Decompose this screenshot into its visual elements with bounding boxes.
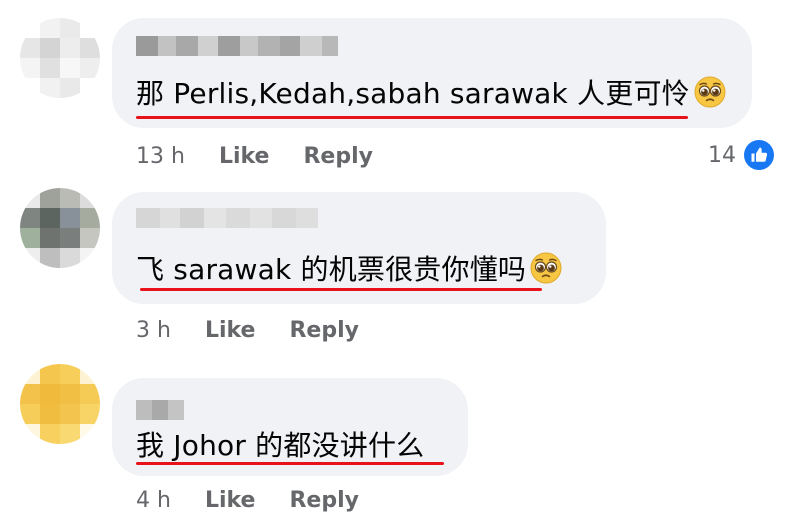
comment-text: 那 Perlis,Kedah,sabah sarawak 人更可怜 bbox=[136, 76, 726, 112]
commenter-name-blurred[interactable] bbox=[136, 400, 184, 420]
reply-button[interactable]: Reply bbox=[289, 318, 359, 343]
like-reaction-icon bbox=[744, 140, 774, 170]
like-button[interactable]: Like bbox=[219, 144, 270, 169]
comment-actions: 13 h Like Reply bbox=[136, 142, 373, 170]
commenter-name-blurred[interactable] bbox=[136, 208, 318, 228]
comment-bubble: 飞 sarawak 的机票很贵你懂吗 bbox=[112, 192, 606, 304]
comment-text: 飞 sarawak 的机票很贵你懂吗 bbox=[136, 252, 562, 288]
comment-timestamp[interactable]: 4 h bbox=[136, 488, 171, 513]
comment-timestamp[interactable]: 3 h bbox=[136, 318, 171, 343]
comment-text: 我 Johor 的都没讲什么 bbox=[136, 429, 425, 462]
reply-button[interactable]: Reply bbox=[289, 488, 359, 513]
like-button[interactable]: Like bbox=[205, 318, 256, 343]
comment-actions: 4 h Like Reply bbox=[136, 486, 359, 514]
commenter-name-blurred[interactable] bbox=[136, 36, 338, 56]
red-underline-annotation bbox=[140, 288, 542, 291]
like-button[interactable]: Like bbox=[205, 488, 256, 513]
comment-actions: 3 h Like Reply bbox=[136, 316, 359, 344]
red-underline-annotation bbox=[136, 462, 444, 465]
comment-bubble: 我 Johor 的都没讲什么 bbox=[112, 378, 468, 476]
comment-bubble: 那 Perlis,Kedah,sabah sarawak 人更可怜 bbox=[112, 18, 752, 128]
red-underline-annotation bbox=[136, 116, 688, 119]
reaction-summary[interactable]: 14 bbox=[708, 140, 774, 170]
commenter-avatar[interactable] bbox=[20, 364, 100, 444]
commenter-avatar[interactable] bbox=[20, 188, 100, 268]
reply-button[interactable]: Reply bbox=[303, 144, 373, 169]
commenter-avatar[interactable] bbox=[20, 18, 100, 98]
comment-timestamp[interactable]: 13 h bbox=[136, 144, 185, 169]
reaction-count: 14 bbox=[708, 142, 736, 168]
pleading-face-icon bbox=[694, 76, 726, 108]
pleading-face-icon bbox=[530, 252, 562, 284]
